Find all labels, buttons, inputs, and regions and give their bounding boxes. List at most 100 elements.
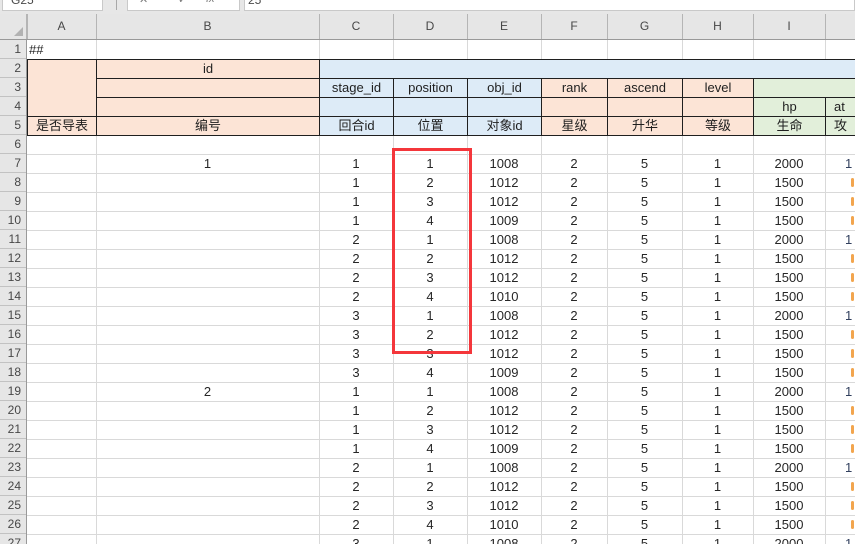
- row-header-8[interactable]: 8: [0, 173, 26, 192]
- header-cell-G3[interactable]: ascend: [607, 78, 683, 98]
- cell-F18[interactable]: 2: [541, 363, 607, 382]
- cell-I19[interactable]: 2000: [753, 382, 825, 401]
- column-header-G[interactable]: G: [607, 14, 682, 39]
- cell-G15[interactable]: 5: [607, 306, 682, 325]
- row-header-17[interactable]: 17: [0, 344, 26, 363]
- cell-J7[interactable]: 1: [825, 154, 855, 173]
- cell-I11[interactable]: 2000: [753, 230, 825, 249]
- cell-D19[interactable]: 1: [393, 382, 467, 401]
- formula-input[interactable]: 25: [244, 0, 855, 11]
- cell-E9[interactable]: 1012: [467, 192, 541, 211]
- cell-G19[interactable]: 5: [607, 382, 682, 401]
- cell-G12[interactable]: 5: [607, 249, 682, 268]
- cell-H13[interactable]: 1: [682, 268, 753, 287]
- cell-F17[interactable]: 2: [541, 344, 607, 363]
- cell-H24[interactable]: 1: [682, 477, 753, 496]
- row-header-24[interactable]: 24: [0, 477, 26, 496]
- cell-J11[interactable]: 1: [825, 230, 855, 249]
- cell-F24[interactable]: 2: [541, 477, 607, 496]
- cell-F7[interactable]: 2: [541, 154, 607, 173]
- cell-G23[interactable]: 5: [607, 458, 682, 477]
- column-header-E[interactable]: E: [467, 14, 541, 39]
- row-header-26[interactable]: 26: [0, 515, 26, 534]
- row-header-11[interactable]: 11: [0, 230, 26, 249]
- header-cell-B4[interactable]: [96, 97, 320, 117]
- cell-H22[interactable]: 1: [682, 439, 753, 458]
- cell-I26[interactable]: 1500: [753, 515, 825, 534]
- cell-F20[interactable]: 2: [541, 401, 607, 420]
- cell-C14[interactable]: 2: [319, 287, 393, 306]
- cell-H16[interactable]: 1: [682, 325, 753, 344]
- cell-E18[interactable]: 1009: [467, 363, 541, 382]
- cell-E21[interactable]: 1012: [467, 420, 541, 439]
- cell-C17[interactable]: 3: [319, 344, 393, 363]
- cell-J25-partial[interactable]: [851, 501, 854, 510]
- cell-H20[interactable]: 1: [682, 401, 753, 420]
- cell-C9[interactable]: 1: [319, 192, 393, 211]
- header-cell-E4[interactable]: [467, 97, 542, 117]
- header-cell-H4[interactable]: [682, 97, 754, 117]
- cell-I8[interactable]: 1500: [753, 173, 825, 192]
- cell-E15[interactable]: 1008: [467, 306, 541, 325]
- cell-A1[interactable]: ##: [27, 40, 98, 59]
- cell-F12[interactable]: 2: [541, 249, 607, 268]
- cell-E13[interactable]: 1012: [467, 268, 541, 287]
- row-header-10[interactable]: 10: [0, 211, 26, 230]
- cell-I17[interactable]: 1500: [753, 344, 825, 363]
- cell-D27[interactable]: 1: [393, 534, 467, 544]
- header-cell-B5[interactable]: 编号: [96, 116, 320, 136]
- cell-D22[interactable]: 4: [393, 439, 467, 458]
- cell-I25[interactable]: 1500: [753, 496, 825, 515]
- cell-F16[interactable]: 2: [541, 325, 607, 344]
- cell-E26[interactable]: 1010: [467, 515, 541, 534]
- header-cell-C3[interactable]: stage_id: [319, 78, 394, 98]
- header-cell-D5[interactable]: 位置: [393, 116, 468, 136]
- cell-I18[interactable]: 1500: [753, 363, 825, 382]
- cell-J10-partial[interactable]: [851, 216, 854, 225]
- cell-G10[interactable]: 5: [607, 211, 682, 230]
- cell-G24[interactable]: 5: [607, 477, 682, 496]
- row-header-20[interactable]: 20: [0, 401, 26, 420]
- cell-J19[interactable]: 1: [825, 382, 855, 401]
- cell-E14[interactable]: 1010: [467, 287, 541, 306]
- cell-E27[interactable]: 1008: [467, 534, 541, 544]
- cell-G8[interactable]: 5: [607, 173, 682, 192]
- header-cell-F5[interactable]: 星级: [541, 116, 608, 136]
- cell-F15[interactable]: 2: [541, 306, 607, 325]
- cell-J24-partial[interactable]: [851, 482, 854, 491]
- cell-F27[interactable]: 2: [541, 534, 607, 544]
- cell-I22[interactable]: 1500: [753, 439, 825, 458]
- cell-F11[interactable]: 2: [541, 230, 607, 249]
- cell-F26[interactable]: 2: [541, 515, 607, 534]
- cell-C8[interactable]: 1: [319, 173, 393, 192]
- row-header-9[interactable]: 9: [0, 192, 26, 211]
- enter-icon[interactable]: ✓: [178, 0, 187, 6]
- cell-I10[interactable]: 1500: [753, 211, 825, 230]
- cell-D21[interactable]: 3: [393, 420, 467, 439]
- cell-H10[interactable]: 1: [682, 211, 753, 230]
- cell-C18[interactable]: 3: [319, 363, 393, 382]
- column-header-D[interactable]: D: [393, 14, 467, 39]
- row-header-3[interactable]: 3: [0, 78, 26, 97]
- cell-E17[interactable]: 1012: [467, 344, 541, 363]
- cell-C24[interactable]: 2: [319, 477, 393, 496]
- cell-H8[interactable]: 1: [682, 173, 753, 192]
- cell-E25[interactable]: 1012: [467, 496, 541, 515]
- cell-C23[interactable]: 2: [319, 458, 393, 477]
- cell-J14-partial[interactable]: [851, 292, 854, 301]
- cell-I21[interactable]: 1500: [753, 420, 825, 439]
- cell-C10[interactable]: 1: [319, 211, 393, 230]
- cell-F21[interactable]: 2: [541, 420, 607, 439]
- cell-H27[interactable]: 1: [682, 534, 753, 544]
- cell-G14[interactable]: 5: [607, 287, 682, 306]
- header-cell-I5[interactable]: 生命: [753, 116, 826, 136]
- header-cell-H5[interactable]: 等级: [682, 116, 754, 136]
- row-header-21[interactable]: 21: [0, 420, 26, 439]
- cell-H9[interactable]: 1: [682, 192, 753, 211]
- cell-I20[interactable]: 1500: [753, 401, 825, 420]
- cell-J13-partial[interactable]: [851, 273, 854, 282]
- cancel-icon[interactable]: ✕: [139, 0, 148, 6]
- cell-E11[interactable]: 1008: [467, 230, 541, 249]
- cell-J9-partial[interactable]: [851, 197, 854, 206]
- row-header-25[interactable]: 25: [0, 496, 26, 515]
